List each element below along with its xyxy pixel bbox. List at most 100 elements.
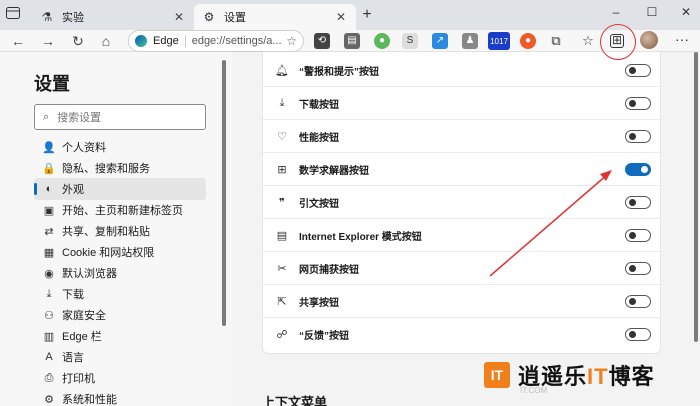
add-favorite-icon[interactable]: ☆ (286, 34, 297, 48)
sidebar-item-system[interactable]: ⚙ 系统和性能 (34, 388, 206, 406)
sidebar-item-label: 家庭安全 (62, 310, 106, 322)
tab-actions-icon[interactable] (6, 7, 24, 23)
tab-experiments[interactable]: ⚗ 实验 ✕ (32, 4, 194, 30)
share-icon: ⇱ (277, 295, 287, 308)
more-icon[interactable]: ··· (674, 32, 690, 49)
sidebar-item-privacy[interactable]: 🔒 隐私、搜索和服务 (34, 157, 206, 179)
maximize-button[interactable]: ☐ (642, 5, 662, 23)
setting-row: 🔔︎ “警报和提示”按钮 (263, 54, 662, 87)
setting-label: 共享按钮 (299, 297, 339, 309)
citations-toggle[interactable] (625, 195, 651, 209)
sidebar-item-start-home[interactable]: ▣ 开始、主页和新建标签页 (34, 199, 206, 221)
share-icon: ⇄ (44, 225, 54, 238)
quote-icon: ❞ (279, 196, 285, 209)
extension-icon[interactable]: ♟ (462, 33, 478, 49)
sidebar-item-family[interactable]: ⚇ 家庭安全 (34, 304, 206, 326)
ie-mode-toggle[interactable] (625, 228, 651, 242)
sidebar-item-label: 个人资料 (62, 142, 106, 154)
sidebar-item-cookies[interactable]: ▦ Cookie 和网站权限 (34, 241, 206, 263)
settings-sidebar: 设置 ⌕ 搜索设置 👤 个人资料 🔒 隐私、搜索和服务 ◐ 外观 ▣ 开始、主页和新建标… (0, 52, 232, 406)
setting-label: 网页捕获按钮 (299, 264, 359, 276)
sidebar-item-label: 外观 (62, 184, 84, 196)
web-capture-toggle[interactable] (625, 261, 651, 275)
address-bar[interactable]: Edge edge://settings/a... ☆ (128, 30, 304, 52)
toolbar: ← → ↻ ⌂ Edge edge://settings/a... ☆ ⟲ ▤ … (0, 30, 700, 52)
search-input[interactable]: ⌕ 搜索设置 (34, 104, 206, 130)
watermark-sub: IT.COM (520, 386, 548, 395)
share-toggle[interactable] (625, 294, 651, 308)
setting-label: “警报和提示”按钮 (299, 66, 379, 78)
alerts-toggle[interactable] (625, 63, 651, 77)
download-icon: ⤓ (46, 287, 52, 300)
sidebar-item-label: 下载 (62, 289, 84, 301)
math-solver-toggle[interactable] (625, 162, 651, 176)
close-icon[interactable]: ✕ (172, 10, 186, 24)
page-title: 设置 (34, 74, 70, 94)
setting-label: 引文按钮 (299, 198, 339, 210)
system-icon: ⚙ (44, 393, 54, 406)
extension-icon[interactable]: ↗ (432, 33, 448, 49)
setting-label: Internet Explorer 模式按钮 (299, 231, 422, 243)
close-icon[interactable]: ✕ (334, 10, 348, 24)
annotation-arrow (489, 170, 612, 277)
setting-row: ♡ 性能按钮 (263, 120, 662, 153)
new-tab-button[interactable]: + (358, 6, 376, 24)
downloads-toggle[interactable] (625, 96, 651, 110)
lock-icon: 🔒 (42, 162, 56, 175)
tab-settings[interactable]: ⚙ 设置 ✕ (194, 4, 356, 30)
setting-row: ⤓ 下载按钮 (263, 87, 662, 120)
family-icon: ⚇ (44, 309, 54, 322)
edge-bar-icon: ▥ (43, 330, 55, 343)
sidebar-item-printer[interactable]: ⎙ 打印机 (34, 367, 206, 389)
sidebar-scrollbar[interactable] (222, 60, 226, 326)
sidebar-item-label: Cookie 和网站权限 (62, 247, 155, 259)
person-icon: 👤 (42, 141, 56, 154)
avatar[interactable] (640, 31, 658, 49)
bell-icon: 🔔︎ (275, 64, 289, 77)
printer-icon: ⎙ (44, 371, 54, 384)
sidebar-item-share[interactable]: ⇄ 共享、复制和粘贴 (34, 220, 206, 242)
back-icon[interactable]: ← (8, 31, 28, 51)
tab-label: 实验 (62, 12, 84, 24)
sidebar-item-downloads[interactable]: ⤓ 下载 (34, 283, 206, 305)
close-window-button[interactable]: ✕ (676, 5, 696, 23)
browser-icon: ◉ (44, 267, 54, 280)
feedback-icon: ☍ (276, 329, 288, 341)
performance-toggle[interactable] (625, 129, 651, 143)
extension-icon[interactable]: ⟲ (314, 33, 330, 49)
ie-mode-icon: ▤ (276, 229, 288, 242)
sidebar-item-label: 打印机 (62, 373, 95, 385)
tab-label: 设置 (224, 12, 246, 24)
extensions-puzzle-icon[interactable]: ⧉ (548, 33, 564, 49)
home-icon[interactable]: ⌂ (96, 31, 116, 51)
edge-logo-icon (135, 35, 147, 47)
extension-icon[interactable]: ● (520, 33, 536, 49)
extension-icon[interactable]: S (402, 33, 418, 49)
watermark: IT 逍遥乐IT博客 IT.COM (484, 358, 694, 395)
sidebar-item-default-browser[interactable]: ◉ 默认浏览器 (34, 262, 206, 284)
sidebar-item-label: 语言 (62, 352, 84, 364)
favorites-icon[interactable]: ☆ (580, 33, 596, 49)
search-icon: ⌕ (43, 110, 50, 123)
setting-label: 下载按钮 (299, 99, 339, 111)
search-placeholder: 搜索设置 (57, 112, 102, 124)
feedback-toggle[interactable] (625, 328, 651, 341)
setting-label: 性能按钮 (299, 132, 339, 144)
sidebar-item-label: 隐私、搜索和服务 (62, 163, 150, 175)
address-brand: Edge (153, 35, 179, 47)
content-scrollbar[interactable] (694, 52, 698, 342)
minimize-button[interactable]: – (606, 5, 626, 23)
sidebar-item-label: 共享、复制和粘贴 (62, 226, 150, 238)
extension-icon[interactable]: ● (374, 33, 390, 49)
extension-badge[interactable]: 1017 (488, 32, 510, 50)
sidebar-item-label: 系统和性能 (62, 394, 117, 406)
sidebar-item-edge-bar[interactable]: ▥ Edge 栏 (34, 325, 206, 347)
sidebar-item-language[interactable]: A 语言 (34, 346, 206, 368)
cookie-icon: ▦ (43, 246, 55, 259)
sidebar-item-appearance[interactable]: ◐ 外观 (34, 178, 206, 200)
setting-row: ☍ “反馈”按钮 (263, 318, 662, 351)
extension-icon[interactable]: ▤ (344, 33, 360, 49)
sidebar-item-profile[interactable]: 👤 个人资料 (34, 136, 206, 158)
refresh-icon[interactable]: ↻ (68, 31, 88, 51)
forward-icon[interactable]: → (38, 31, 58, 51)
